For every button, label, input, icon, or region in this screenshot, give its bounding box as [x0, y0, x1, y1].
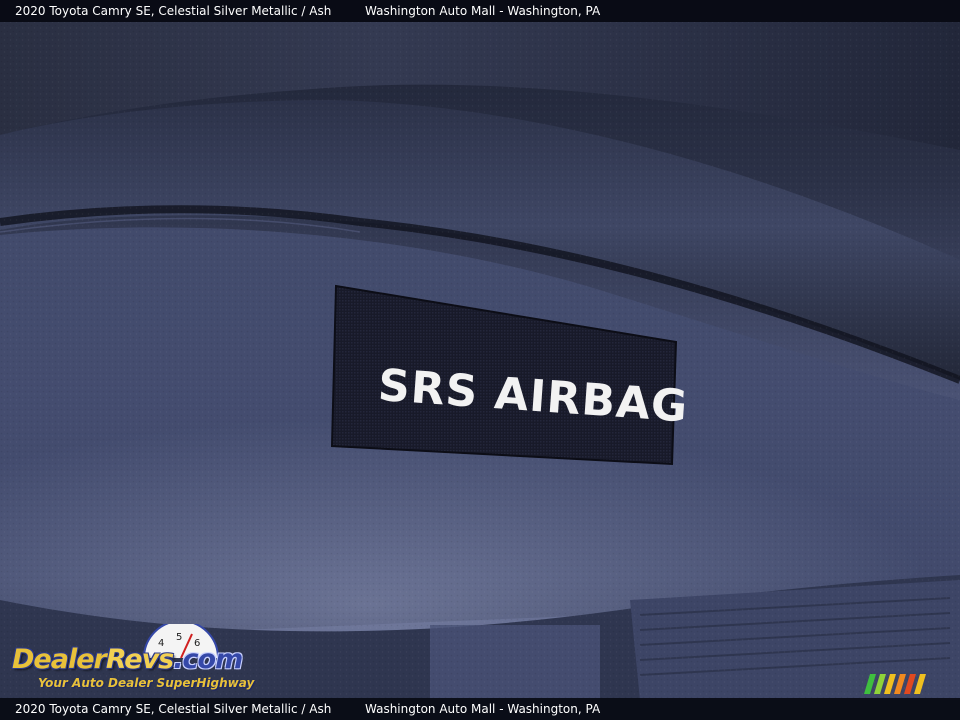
footer-dealer-name: Washington Auto Mall - Washington, PA: [365, 702, 601, 716]
footer-caption: 2020 Toyota Camry SE, Celestial Silver M…: [0, 698, 960, 720]
dealerrevs-watermark: 4 5 6 DealerRevs.com Your Auto Dealer Su…: [12, 622, 268, 696]
brand-name: DealerRevs.com: [12, 644, 243, 675]
header-caption: 2020 Toyota Camry SE, Celestial Silver M…: [0, 0, 960, 22]
svg-text:5: 5: [176, 632, 182, 643]
seat-photo: [0, 0, 960, 720]
dealer-name: Washington Auto Mall - Washington, PA: [365, 4, 601, 18]
vehicle-title: 2020 Toyota Camry SE, Celestial Silver M…: [15, 4, 332, 18]
brand-tagline: Your Auto Dealer SuperHighway: [38, 676, 255, 690]
footer-vehicle-title: 2020 Toyota Camry SE, Celestial Silver M…: [15, 702, 332, 716]
colored-stripes-icon: [864, 674, 926, 694]
